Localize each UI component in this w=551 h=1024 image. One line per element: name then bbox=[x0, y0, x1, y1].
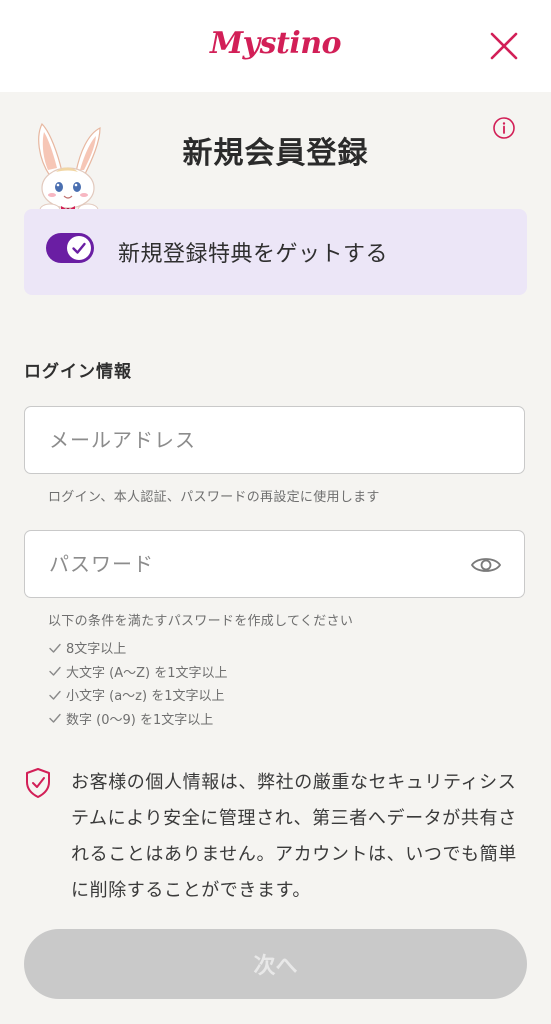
check-icon bbox=[49, 714, 61, 723]
email-field-container bbox=[24, 406, 525, 474]
password-field[interactable] bbox=[25, 531, 524, 597]
signup-bonus-panel: 新規登録特典をゲットする bbox=[24, 209, 527, 295]
password-field-container bbox=[24, 530, 525, 598]
shield-check-icon bbox=[26, 768, 50, 798]
requirement-text: 大文字 (A〜Z) を1文字以上 bbox=[66, 665, 228, 681]
email-field[interactable] bbox=[25, 407, 524, 473]
close-icon bbox=[490, 32, 518, 60]
check-icon bbox=[49, 643, 61, 653]
requirement-text: 数字 (0〜9) を1文字以上 bbox=[66, 712, 214, 728]
check-icon bbox=[49, 690, 61, 700]
toggle-knob bbox=[67, 236, 91, 260]
page-title: 新規会員登録 bbox=[182, 136, 369, 171]
password-hint: 以下の条件を満たすパスワードを作成してください bbox=[48, 614, 354, 629]
requirement-item: 大文字 (A〜Z) を1文字以上 bbox=[48, 660, 227, 684]
checkmark-icon bbox=[72, 242, 86, 254]
privacy-text: お客様の個人情報は、弊社の厳重なセキュリティシステムにより安全に管理され、第三者… bbox=[71, 772, 517, 901]
requirement-item: 8文字以上 bbox=[48, 636, 227, 660]
requirement-item: 小文字 (a〜z) を1文字以上 bbox=[48, 683, 227, 707]
password-requirements-list: 8文字以上 大文字 (A〜Z) を1文字以上 小文字 (a〜z) を1文字以上 … bbox=[48, 636, 227, 730]
next-button[interactable]: 次へ bbox=[24, 929, 527, 999]
bonus-label: 新規登録特典をゲットする bbox=[118, 242, 389, 267]
password-visibility-toggle[interactable] bbox=[470, 551, 502, 579]
requirement-item: 数字 (0〜9) を1文字以上 bbox=[48, 707, 227, 731]
eye-icon bbox=[470, 558, 502, 572]
brand-logo: Mystino bbox=[209, 26, 342, 61]
email-hint: ログイン、本人認証、パスワードの再設定に使用します bbox=[48, 490, 380, 505]
top-bar: Mystino bbox=[0, 0, 551, 92]
check-icon bbox=[49, 667, 61, 676]
requirement-text: 8文字以上 bbox=[66, 642, 127, 658]
bonus-toggle[interactable] bbox=[46, 233, 94, 263]
requirement-text: 小文字 (a〜z) を1文字以上 bbox=[66, 689, 225, 705]
close-button[interactable] bbox=[484, 26, 524, 66]
login-info-heading: ログイン情報 bbox=[24, 362, 132, 382]
